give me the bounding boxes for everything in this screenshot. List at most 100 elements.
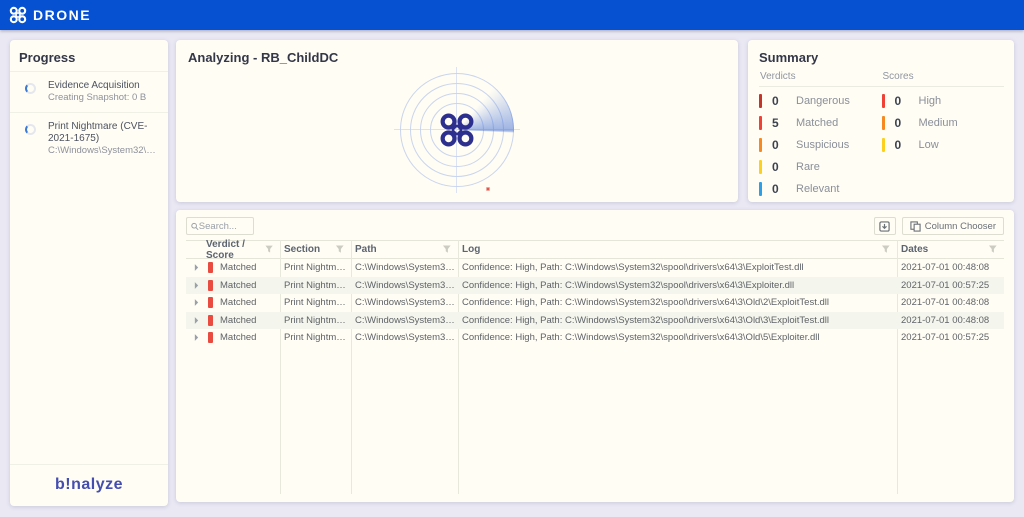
verdict-color-bar: [208, 262, 213, 273]
progress-panel: Progress Evidence Acquisition Creating S…: [10, 40, 168, 506]
drone-icon: [439, 112, 475, 148]
progress-title: Progress: [10, 40, 168, 71]
spinner-icon: [25, 124, 36, 135]
verdict-row-rare: 0 Rare: [759, 156, 882, 178]
grid-body: Matched Print Nightmare (CV... C:\Window…: [186, 259, 1004, 347]
column-header-log[interactable]: Log: [458, 241, 897, 258]
column-chooser-icon: [910, 221, 921, 232]
column-chooser-label: Column Chooser: [925, 221, 996, 232]
verdict-row-relevant: 0 Relevant: [759, 178, 882, 200]
summary-panel: Summary Verdicts 0 Dangerous 5 Matched 0…: [748, 40, 1014, 202]
verdict-row-suspicious: 0 Suspicious: [759, 134, 882, 156]
suspicious-count: 0: [772, 138, 796, 152]
search-input[interactable]: [199, 221, 249, 232]
matched-label: Matched: [796, 117, 838, 129]
table-row[interactable]: Matched Print Nightmare (CV... C:\Window…: [186, 259, 1004, 277]
analyzing-title: Analyzing - RB_ChildDC: [176, 40, 738, 65]
panel-footer: b!nalyze: [10, 464, 168, 506]
date-cell: 2021-07-01 00:48:08: [901, 297, 989, 308]
header-expand-spacer: [186, 241, 202, 258]
dangerous-color-bar: [759, 94, 762, 108]
filter-icon[interactable]: [881, 245, 891, 254]
filter-icon[interactable]: [265, 245, 274, 254]
table-row[interactable]: Matched Print Nightmare (CV... C:\Window…: [186, 312, 1004, 330]
section-cell: Print Nightmare (CV...: [284, 297, 351, 308]
medium-label: Medium: [919, 117, 958, 129]
matched-count: 5: [772, 116, 796, 130]
table-row[interactable]: Matched Print Nightmare (CV... C:\Window…: [186, 329, 1004, 347]
row-expand-icon[interactable]: [190, 317, 202, 324]
suspicious-color-bar: [759, 138, 762, 152]
path-cell: C:\Windows\System32\spool\driv...: [355, 315, 458, 326]
score-row-low: 0 Low: [882, 134, 1005, 156]
filter-icon[interactable]: [988, 245, 998, 254]
path-cell: C:\Windows\System32\spool\driv...: [355, 280, 458, 291]
app-window: DRONE Progress Evidence Acquisition Crea…: [0, 0, 1024, 517]
verdict-color-bar: [208, 315, 213, 326]
verdicts-label: Verdicts: [759, 69, 882, 87]
verdict-row-matched: 5 Matched: [759, 112, 882, 134]
medium-color-bar: [882, 116, 885, 130]
verdicts-column: Verdicts 0 Dangerous 5 Matched 0 Suspici…: [759, 69, 882, 200]
radar-display: [392, 65, 522, 195]
relevant-label: Relevant: [796, 183, 839, 195]
dangerous-label: Dangerous: [796, 95, 850, 107]
radar-detection-blip: [486, 187, 490, 191]
spinner-icon: [25, 83, 36, 94]
analyzing-panel: Analyzing - RB_ChildDC: [176, 40, 738, 202]
relevant-color-bar: [759, 182, 762, 196]
rare-color-bar: [759, 160, 762, 174]
section-cell: Print Nightmare (CV...: [284, 332, 351, 343]
results-grid-panel: Column Chooser Verdict / Score Section P…: [176, 210, 1014, 502]
progress-item-title: Print Nightmare (CVE-2021-1675): [48, 121, 160, 145]
export-button[interactable]: [874, 217, 896, 235]
rare-count: 0: [772, 160, 796, 174]
drone-logo-icon: [9, 6, 27, 24]
progress-item-evidence-acquisition[interactable]: Evidence Acquisition Creating Snapshot: …: [10, 71, 168, 112]
date-cell: 2021-07-01 00:57:25: [901, 280, 989, 291]
verdict-cell: Matched: [220, 332, 256, 343]
log-cell: Confidence: High, Path: C:\Windows\Syste…: [462, 297, 829, 308]
row-expand-icon[interactable]: [190, 282, 202, 289]
progress-item-subtitle: Creating Snapshot: 0 B: [48, 92, 160, 104]
column-header-dates[interactable]: Dates: [897, 241, 1004, 258]
verdict-color-bar: [208, 332, 213, 343]
column-header-verdict-score[interactable]: Verdict / Score: [202, 241, 280, 258]
relevant-count: 0: [772, 182, 796, 196]
column-header-path[interactable]: Path: [351, 241, 458, 258]
verdict-color-bar: [208, 297, 213, 308]
search-box[interactable]: [186, 217, 254, 235]
row-expand-icon[interactable]: [190, 334, 202, 341]
table-row[interactable]: Matched Print Nightmare (CV... C:\Window…: [186, 294, 1004, 312]
scores-label: Scores: [882, 69, 1005, 87]
summary-title: Summary: [748, 40, 1014, 69]
verdict-cell: Matched: [220, 262, 256, 273]
verdict-cell: Matched: [220, 297, 256, 308]
app-title: DRONE: [33, 7, 91, 23]
column-header-section[interactable]: Section: [280, 241, 351, 258]
low-label: Low: [919, 139, 939, 151]
section-cell: Print Nightmare (CV...: [284, 280, 351, 291]
date-cell: 2021-07-01 00:57:25: [901, 332, 989, 343]
medium-count: 0: [895, 116, 919, 130]
path-cell: C:\Windows\System32\spool\driv...: [355, 297, 458, 308]
verdict-cell: Matched: [220, 315, 256, 326]
log-cell: Confidence: High, Path: C:\Windows\Syste…: [462, 332, 819, 343]
log-cell: Confidence: High, Path: C:\Windows\Syste…: [462, 262, 804, 273]
column-chooser-button[interactable]: Column Chooser: [902, 217, 1004, 235]
log-cell: Confidence: High, Path: C:\Windows\Syste…: [462, 315, 829, 326]
dangerous-count: 0: [772, 94, 796, 108]
progress-item-print-nightmare[interactable]: Print Nightmare (CVE-2021-1675) C:\Windo…: [10, 112, 168, 165]
row-expand-icon[interactable]: [190, 299, 202, 306]
search-icon: [191, 222, 199, 231]
filter-icon[interactable]: [442, 245, 452, 254]
row-expand-icon[interactable]: [190, 264, 202, 271]
scores-column: Scores 0 High 0 Medium 0 Low: [882, 69, 1005, 200]
verdict-row-dangerous: 0 Dangerous: [759, 90, 882, 112]
rare-label: Rare: [796, 161, 820, 173]
score-row-medium: 0 Medium: [882, 112, 1005, 134]
export-icon: [879, 221, 890, 232]
table-row[interactable]: Matched Print Nightmare (CV... C:\Window…: [186, 277, 1004, 295]
filter-icon[interactable]: [335, 245, 345, 254]
progress-item-title: Evidence Acquisition: [48, 80, 160, 92]
